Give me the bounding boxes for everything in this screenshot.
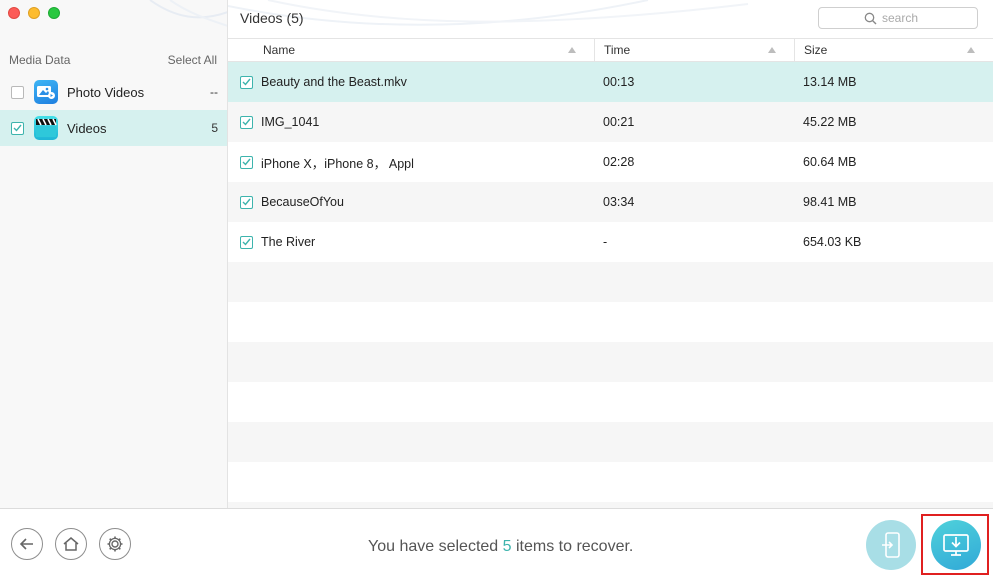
header-decoration <box>228 0 749 26</box>
column-header-name[interactable]: Name <box>228 39 595 61</box>
table-row[interactable]: Beauty and the Beast.mkv 00:13 13.14 MB <box>228 62 993 102</box>
row-checkbox[interactable] <box>240 155 253 169</box>
sort-arrow-icon <box>967 47 975 53</box>
empty-row <box>228 342 993 382</box>
file-table: Beauty and the Beast.mkv 00:13 13.14 MB … <box>228 62 993 508</box>
column-header-time[interactable]: Time <box>595 39 795 61</box>
sidebar-item-label: Photo Videos <box>67 84 145 100</box>
status-suffix: items to recover. <box>511 538 634 555</box>
file-time: 02:28 <box>603 155 635 169</box>
row-checkbox[interactable] <box>240 75 253 89</box>
empty-row <box>228 462 993 502</box>
sort-arrow-icon <box>768 47 776 53</box>
recover-to-device-icon <box>882 532 900 558</box>
table-row[interactable]: The River - 654.03 KB <box>228 222 993 262</box>
file-time: 00:21 <box>603 115 635 129</box>
select-all-link[interactable]: Select All <box>168 53 217 69</box>
row-checkbox[interactable] <box>240 115 253 129</box>
file-name: IMG_1041 <box>261 115 320 129</box>
empty-row <box>228 382 993 422</box>
main-panel: Videos (5) Name Time Size Beauty and th <box>228 0 993 508</box>
table-header: Name Time Size <box>228 38 993 62</box>
name-cell: iPhone X，iPhone 8， Appl <box>228 153 595 172</box>
window-maximize-button[interactable] <box>48 7 60 19</box>
file-time: 03:34 <box>603 195 635 209</box>
file-size: 98.41 MB <box>803 195 857 209</box>
column-label: Size <box>804 43 828 57</box>
videos-clapperboard-icon <box>34 116 58 140</box>
settings-gear-icon <box>107 536 123 552</box>
back-icon <box>19 538 33 550</box>
sort-arrow-icon <box>568 47 576 53</box>
row-checkbox[interactable] <box>240 195 253 209</box>
empty-row <box>228 262 993 302</box>
name-cell: IMG_1041 <box>228 115 595 129</box>
videos-checkbox[interactable] <box>11 121 24 135</box>
file-time: - <box>603 235 608 249</box>
sidebar: Media Data Select All Photo Videos -- Vi… <box>0 0 228 508</box>
column-header-size[interactable]: Size <box>795 39 993 61</box>
photo-videos-checkbox[interactable] <box>11 85 24 99</box>
window-controls <box>8 7 60 19</box>
back-button[interactable] <box>11 528 43 560</box>
sidebar-item-photo-videos[interactable]: Photo Videos -- <box>0 74 227 110</box>
sidebar-item-count: -- <box>210 85 218 99</box>
search-box[interactable] <box>818 7 978 29</box>
page-title: Videos (5) <box>240 10 304 26</box>
home-button[interactable] <box>55 528 87 560</box>
home-icon <box>63 537 79 551</box>
footer-bar: You have selected 5 items to recover. <box>0 508 993 577</box>
sidebar-item-videos[interactable]: Videos 5 <box>0 110 227 146</box>
column-label: Name <box>263 43 296 57</box>
header-decoration <box>149 0 227 27</box>
row-checkbox[interactable] <box>240 235 253 249</box>
column-label: Time <box>604 43 631 57</box>
file-time: 00:13 <box>603 75 635 89</box>
table-row[interactable]: iPhone X，iPhone 8， Appl 02:28 60.64 MB <box>228 142 993 182</box>
search-input[interactable] <box>882 11 932 25</box>
selection-status: You have selected 5 items to recover. <box>368 538 633 556</box>
file-size: 13.14 MB <box>803 75 857 89</box>
table-row[interactable]: BecauseOfYou 03:34 98.41 MB <box>228 182 993 222</box>
search-icon <box>864 12 877 24</box>
recover-to-computer-icon <box>943 534 969 556</box>
empty-row <box>228 302 993 342</box>
file-name: iPhone X，iPhone 8， Appl <box>261 156 414 171</box>
sidebar-header-label: Media Data <box>9 53 71 67</box>
file-size: 45.22 MB <box>803 115 857 129</box>
name-cell: Beauty and the Beast.mkv <box>228 75 595 89</box>
settings-button[interactable] <box>99 528 131 560</box>
file-name: BecauseOfYou <box>261 195 344 209</box>
file-name: Beauty and the Beast.mkv <box>261 75 407 89</box>
sidebar-item-label: Videos <box>67 120 107 136</box>
window-close-button[interactable] <box>8 7 20 19</box>
empty-row <box>228 422 993 462</box>
window-minimize-button[interactable] <box>28 7 40 19</box>
sidebar-item-count: 5 <box>211 121 218 135</box>
sidebar-header: Media Data Select All <box>9 53 217 69</box>
recover-to-computer-button[interactable] <box>931 520 981 570</box>
toolbar: Videos (5) <box>228 0 993 38</box>
photo-videos-icon <box>34 80 58 104</box>
file-size: 654.03 KB <box>803 235 862 249</box>
file-size: 60.64 MB <box>803 155 857 169</box>
status-prefix: You have selected <box>368 538 503 555</box>
name-cell: The River <box>228 235 595 249</box>
selected-count: 5 <box>502 538 512 555</box>
table-row[interactable]: IMG_1041 00:21 45.22 MB <box>228 102 993 142</box>
recover-to-device-button[interactable] <box>866 520 916 570</box>
name-cell: BecauseOfYou <box>228 195 595 209</box>
file-name: The River <box>261 235 316 249</box>
